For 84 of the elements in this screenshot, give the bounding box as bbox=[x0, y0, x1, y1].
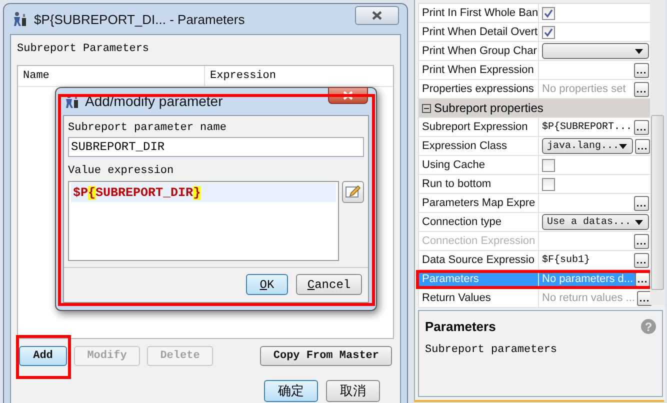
scrollbar[interactable] bbox=[650, 0, 665, 305]
checkbox[interactable] bbox=[542, 26, 555, 38]
property-label: Return Values bbox=[419, 289, 539, 307]
ellipsis-icon bbox=[637, 70, 646, 74]
ellipsis-button[interactable] bbox=[634, 252, 649, 268]
caret-icon bbox=[635, 220, 643, 224]
property-value: $F{sub1} bbox=[542, 254, 592, 266]
ellipsis-button[interactable] bbox=[636, 290, 652, 306]
property-label: Connection Expression bbox=[419, 232, 539, 250]
column-header: Expression bbox=[209, 69, 276, 84]
placeholder-text: No return values ... bbox=[542, 292, 635, 304]
cancel-button[interactable]: 取消 bbox=[326, 380, 380, 402]
section-label: Subreport Parameters bbox=[17, 43, 150, 57]
close-button[interactable] bbox=[355, 6, 399, 25]
add-button[interactable]: Add bbox=[19, 346, 67, 366]
caret-icon bbox=[619, 144, 628, 148]
property-value: $P{SUBREPORT... bbox=[542, 122, 632, 132]
ok-button[interactable]: OK bbox=[246, 274, 288, 295]
property-label: Parameters Map Expre bbox=[419, 194, 539, 212]
ellipsis-icon bbox=[638, 280, 648, 282]
app-icon bbox=[12, 11, 28, 27]
property-row[interactable]: Run to bottom bbox=[419, 175, 650, 194]
dialog-title: Add/modify parameter bbox=[85, 93, 223, 109]
property-row[interactable]: Return Values No return values ... bbox=[419, 289, 650, 308]
ellipsis-icon bbox=[637, 260, 646, 264]
collapse-icon[interactable] bbox=[422, 104, 431, 112]
window-title: $P{SUBREPORT_DI... - Parameters bbox=[34, 12, 245, 26]
property-row[interactable]: Expression Class java.lang... bbox=[419, 137, 650, 156]
ellipsis-icon bbox=[640, 298, 649, 302]
property-label: Subreport Expression bbox=[419, 118, 539, 136]
field-label: Value expression bbox=[68, 164, 175, 179]
ellipsis-button[interactable] bbox=[634, 82, 649, 96]
property-label: Parameters bbox=[419, 270, 539, 288]
ellipsis-icon bbox=[637, 128, 646, 130]
name-input-field[interactable]: SUBREPORT_DIR bbox=[68, 137, 364, 157]
checkbox[interactable] bbox=[542, 178, 555, 190]
caret-icon bbox=[635, 48, 643, 54]
property-row[interactable]: Data Source Expressio $F{sub1} bbox=[419, 251, 650, 270]
ellipsis-icon bbox=[637, 204, 646, 206]
property-row[interactable]: Print When Expression bbox=[419, 61, 650, 80]
checkbox[interactable] bbox=[542, 158, 555, 172]
help-text: Subreport parameters bbox=[425, 344, 558, 356]
ellipsis-button[interactable] bbox=[634, 62, 649, 78]
edit-expression-button[interactable] bbox=[342, 181, 364, 203]
property-row[interactable]: Print In First Whole Ban bbox=[419, 4, 650, 23]
property-label: Using Cache bbox=[419, 156, 539, 174]
property-label: Run to bottom bbox=[419, 175, 539, 193]
confirm-button[interactable]: 确定 bbox=[264, 380, 318, 402]
placeholder-text: No properties set bbox=[542, 83, 627, 95]
ellipsis-button[interactable] bbox=[635, 138, 650, 154]
field-label: Subreport parameter name bbox=[68, 121, 228, 136]
property-value: No parameters d... bbox=[542, 273, 634, 285]
pencil-icon bbox=[345, 184, 361, 200]
ellipsis-button[interactable] bbox=[634, 196, 649, 210]
close-icon bbox=[372, 11, 382, 20]
property-label: Expression Class bbox=[419, 137, 539, 155]
property-row[interactable]: Subreport Expression $P{SUBREPORT... bbox=[419, 118, 650, 137]
check-icon bbox=[544, 28, 553, 36]
property-label: Print When Expression bbox=[419, 61, 539, 79]
check-icon bbox=[544, 8, 553, 18]
property-row[interactable]: Parameters Map Expre bbox=[419, 194, 650, 213]
dropdown[interactable] bbox=[542, 43, 649, 59]
help-title: Parameters bbox=[425, 319, 496, 334]
property-label: Print When Detail Overt bbox=[419, 23, 539, 41]
close-icon bbox=[343, 91, 353, 100]
property-row[interactable]: Print When Detail Overt bbox=[419, 23, 650, 42]
property-label: Data Source Expressio bbox=[419, 251, 539, 269]
property-row[interactable]: Connection type Use a datas... bbox=[419, 213, 650, 232]
property-label: Properties expressions bbox=[419, 80, 539, 98]
property-row[interactable]: Print When Group Char bbox=[419, 42, 650, 61]
dropdown[interactable]: Use a datas... bbox=[542, 214, 649, 230]
property-row[interactable]: Using Cache bbox=[419, 156, 650, 175]
checkbox[interactable] bbox=[542, 6, 555, 20]
property-label: Connection type bbox=[419, 213, 539, 231]
dropdown[interactable]: java.lang... bbox=[542, 138, 634, 154]
ellipsis-icon bbox=[638, 146, 648, 150]
property-label: Print When Group Char bbox=[419, 42, 539, 60]
ellipsis-button[interactable] bbox=[634, 120, 650, 134]
column-header: Name bbox=[18, 66, 205, 86]
ellipsis-icon bbox=[637, 90, 646, 92]
cancel-button[interactable]: Cancel bbox=[296, 274, 362, 295]
property-label: Print In First Whole Ban bbox=[419, 4, 539, 22]
copy-button[interactable]: Copy From Master bbox=[260, 346, 392, 366]
ellipsis-icon bbox=[637, 242, 646, 244]
